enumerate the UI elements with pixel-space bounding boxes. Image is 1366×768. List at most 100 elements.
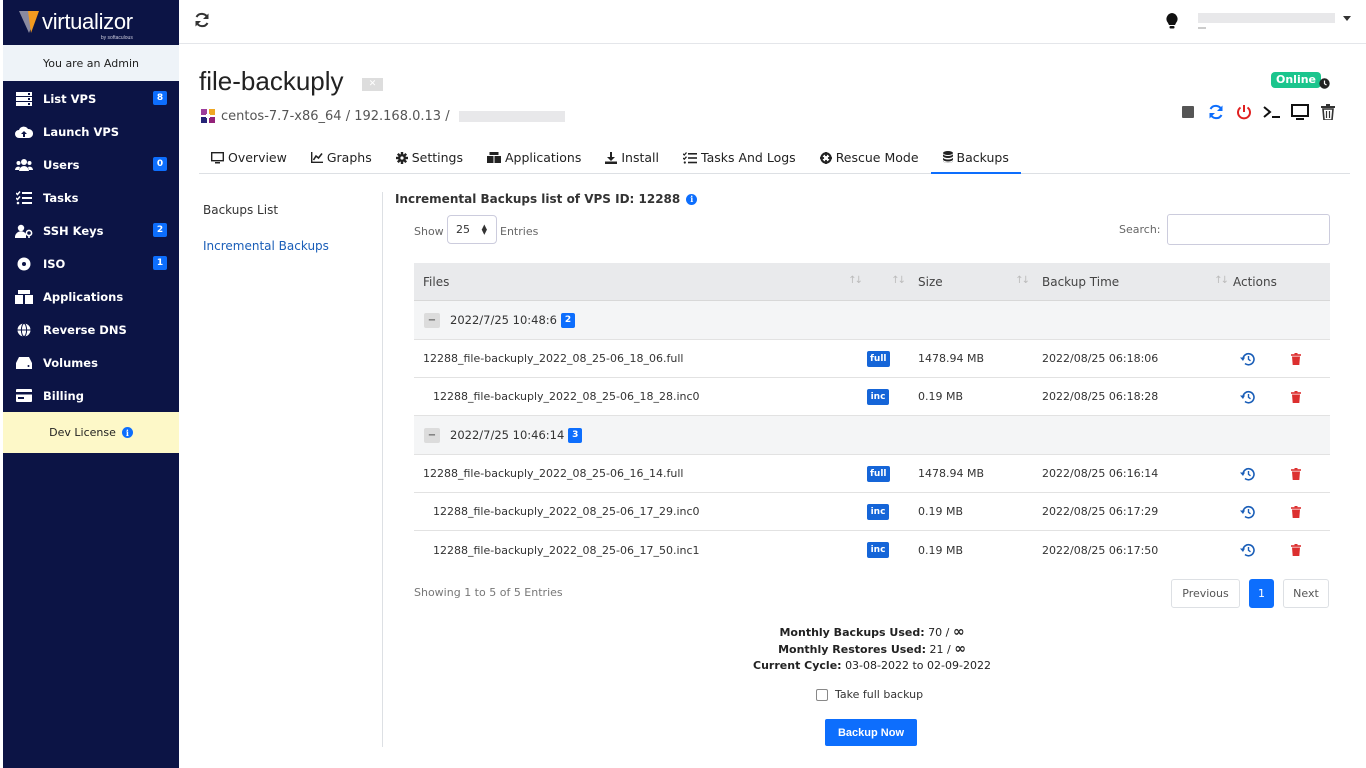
info-icon[interactable]: i bbox=[686, 193, 698, 205]
delete-icon[interactable] bbox=[1291, 544, 1301, 556]
sidebar-item-reverse-dns[interactable]: Reverse DNS bbox=[3, 313, 179, 346]
search-label: Search: bbox=[1119, 223, 1161, 236]
sidebar-item-users[interactable]: Users 0 bbox=[3, 148, 179, 181]
next-button[interactable]: Next bbox=[1283, 579, 1329, 608]
admin-notice: You are an Admin bbox=[3, 45, 179, 81]
submenu-backups-list[interactable]: Backups List bbox=[199, 192, 382, 228]
sidebar-item-label: Tasks bbox=[43, 190, 79, 205]
sidebar-nav: List VPS 8 Launch VPS Users 0 Tasks SSH … bbox=[3, 81, 179, 412]
type-badge: full bbox=[867, 465, 890, 482]
file-name: 12288_file-backuply_2022_08_25-06_16_14.… bbox=[423, 467, 684, 480]
backups-submenu: Backups List Incremental Backups bbox=[199, 192, 383, 747]
tab-graphs[interactable]: Graphs bbox=[299, 142, 384, 173]
page-1-button[interactable]: 1 bbox=[1249, 579, 1274, 608]
delete-icon[interactable] bbox=[1291, 505, 1301, 518]
tab-applications[interactable]: Applications bbox=[475, 142, 593, 173]
search-input[interactable] bbox=[1167, 214, 1330, 245]
submenu-incremental-backups[interactable]: Incremental Backups bbox=[199, 228, 382, 264]
sidebar-item-label: Launch VPS bbox=[43, 124, 120, 139]
type-badge: inc bbox=[867, 542, 889, 558]
tab-overview[interactable]: Overview bbox=[199, 142, 299, 173]
backups-table: Files ↑↓ ↑↓ Size ↑↓ Backup Time ↑↓ Actions … bbox=[414, 263, 1330, 569]
boxes-icon bbox=[487, 152, 501, 163]
collapse-icon[interactable]: − bbox=[424, 312, 440, 328]
globe-icon bbox=[15, 322, 33, 338]
take-full-backup-option[interactable]: Take full backup bbox=[816, 688, 923, 701]
refresh-icon[interactable] bbox=[194, 12, 210, 32]
download-icon bbox=[605, 151, 618, 164]
delete-icon[interactable] bbox=[1291, 390, 1301, 403]
collapse-icon[interactable]: − bbox=[424, 427, 440, 443]
group-row[interactable]: − 2022/7/25 10:46:14 3 bbox=[414, 416, 1330, 455]
sidebar-item-ssh-keys[interactable]: SSH Keys 2 bbox=[3, 214, 179, 247]
backup-time: 2022/08/25 06:18:28 bbox=[1042, 390, 1159, 403]
type-badge: full bbox=[867, 350, 890, 367]
brand-name: virtualizor by softaculous bbox=[42, 9, 133, 41]
col-size[interactable]: Size ↑↓ bbox=[910, 263, 1034, 301]
clock-icon bbox=[1319, 74, 1330, 93]
col-files[interactable]: Files ↑↓ bbox=[414, 263, 867, 301]
brand-logo[interactable]: virtualizor by softaculous bbox=[3, 0, 179, 44]
sidebar-item-iso[interactable]: ISO 1 bbox=[3, 247, 179, 280]
sidebar-item-label: Billing bbox=[43, 388, 84, 403]
col-type[interactable]: ↑↓ bbox=[867, 263, 910, 301]
lightbulb-icon[interactable] bbox=[1166, 13, 1178, 33]
terminal-icon[interactable] bbox=[1258, 103, 1286, 121]
backup-time: 2022/08/25 06:17:50 bbox=[1042, 543, 1159, 557]
vnc-monitor-icon[interactable] bbox=[1286, 103, 1314, 121]
user-key-icon bbox=[15, 223, 33, 239]
restart-icon[interactable] bbox=[1202, 103, 1230, 121]
caret-down-icon[interactable] bbox=[1343, 16, 1351, 21]
disc-icon bbox=[15, 256, 33, 272]
power-icon[interactable] bbox=[1230, 103, 1258, 121]
take-full-backup-checkbox[interactable] bbox=[816, 688, 828, 701]
delete-icon[interactable] bbox=[1291, 467, 1301, 480]
hostname-redacted bbox=[458, 110, 565, 122]
dev-license-label: Dev License bbox=[49, 426, 116, 439]
previous-button[interactable]: Previous bbox=[1171, 579, 1240, 608]
tab-tasks-and-logs[interactable]: Tasks And Logs bbox=[671, 142, 808, 173]
monthly-backups-used: Monthly Backups Used: 70 / ∞ bbox=[779, 624, 965, 640]
group-label: 2022/7/25 10:46:14 bbox=[450, 428, 565, 442]
table-row: 12288_file-backuply_2022_08_25-06_18_06.… bbox=[414, 340, 1330, 378]
stop-icon[interactable] bbox=[1174, 103, 1202, 121]
col-backup-time[interactable]: Backup Time ↑↓ bbox=[1034, 263, 1233, 301]
sidebar-item-tasks[interactable]: Tasks bbox=[3, 181, 179, 214]
info-icon[interactable]: i bbox=[121, 427, 133, 438]
backup-time: 2022/08/25 06:16:14 bbox=[1042, 467, 1159, 480]
table-header: Files ↑↓ ↑↓ Size ↑↓ Backup Time ↑↓ Actions bbox=[414, 263, 1330, 301]
backup-time: 2022/08/25 06:18:06 bbox=[1042, 352, 1159, 365]
group-row[interactable]: − 2022/7/25 10:48:6 2 bbox=[414, 301, 1330, 340]
page-length-select[interactable]: 25 ▲ ▼ bbox=[447, 215, 497, 244]
sidebar-item-label: Applications bbox=[43, 289, 124, 304]
sort-icon: ↑↓ bbox=[1015, 274, 1030, 286]
restore-icon[interactable] bbox=[1240, 467, 1255, 481]
file-size: 0.19 MB bbox=[918, 505, 964, 518]
tab-settings[interactable]: Settings bbox=[384, 142, 475, 173]
tasks-icon bbox=[15, 190, 33, 206]
tab-install[interactable]: Install bbox=[593, 142, 671, 173]
infinity-icon: ∞ bbox=[952, 624, 965, 640]
restore-icon[interactable] bbox=[1240, 505, 1255, 519]
sidebar-item-billing[interactable]: Billing bbox=[3, 379, 179, 412]
user-menu[interactable] bbox=[1198, 13, 1335, 23]
delete-icon[interactable] bbox=[1291, 352, 1301, 365]
restore-icon[interactable] bbox=[1240, 352, 1255, 366]
restore-icon[interactable] bbox=[1240, 543, 1255, 557]
sidebar-item-label: ISO bbox=[43, 256, 66, 271]
sort-icon: ↑↓ bbox=[1214, 274, 1229, 286]
sidebar-item-list-vps[interactable]: List VPS 8 bbox=[3, 82, 179, 115]
vps-tabs: Overview Graphs Settings Applications In… bbox=[199, 142, 1350, 174]
sidebar-item-launch-vps[interactable]: Launch VPS bbox=[3, 115, 179, 148]
sidebar-item-applications[interactable]: Applications bbox=[3, 280, 179, 313]
restore-icon[interactable] bbox=[1240, 390, 1255, 404]
tab-rescue-mode[interactable]: Rescue Mode bbox=[808, 142, 931, 173]
dev-license-notice[interactable]: Dev License i bbox=[3, 412, 179, 453]
file-name: 12288_file-backuply_2022_08_25-06_18_06.… bbox=[423, 352, 684, 365]
backup-now-button[interactable]: Backup Now bbox=[825, 719, 917, 746]
sidebar-item-volumes[interactable]: Volumes bbox=[3, 346, 179, 379]
tasks-icon bbox=[683, 151, 697, 164]
trash-icon[interactable] bbox=[1314, 103, 1342, 121]
sidebar: virtualizor by softaculous You are an Ad… bbox=[3, 0, 179, 768]
tab-backups[interactable]: Backups bbox=[930, 142, 1021, 174]
